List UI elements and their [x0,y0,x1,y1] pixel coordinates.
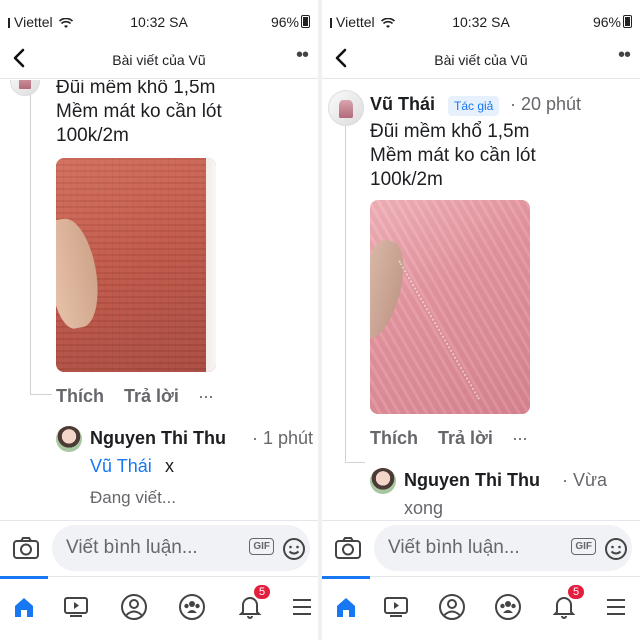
more-actions-icon[interactable]: ··· [198,386,214,407]
tab-profile[interactable] [116,587,152,627]
status-bar: Viettel 10:32 SA 96% [322,0,640,40]
reply-author[interactable]: Nguyen Thi Thu [404,470,540,491]
video-icon [384,597,408,617]
page-title: Bài viết của Vũ [434,52,528,68]
reply-text: x [165,456,174,476]
battery-level: 96% [270,14,299,30]
profile-icon [121,594,147,620]
more-options-icon[interactable]: •• [296,44,309,67]
more-options-icon[interactable]: •• [618,44,631,67]
home-icon [15,598,33,617]
comment-thread: Vũ Thái Tác giả · 20 phút Đũi mềm khổ 1,… [322,80,640,546]
tab-watch[interactable] [378,587,414,627]
top-bar: Bài viết của Vũ •• [0,40,318,79]
post-author[interactable]: Vũ Thái [370,94,435,115]
post-text: Đũi mềm khổ 1,5m Mềm mát ko cần lót 100k… [56,80,222,148]
post-line: Đũi mềm khổ 1,5m [56,80,216,98]
reply-button[interactable]: Trả lời [124,386,179,407]
reply-time: · Vừa [562,470,608,490]
profile-icon [439,594,465,620]
home-icon [337,598,355,617]
top-bar: Bài viết của Vũ •• [322,40,640,79]
thread-line [30,94,31,394]
tab-menu[interactable] [284,587,318,627]
avatar[interactable] [370,468,396,494]
comment-composer: GIF [322,520,640,577]
page-title: Bài viết của Vũ [112,52,206,68]
emoji-icon[interactable] [604,537,628,561]
split-screenshot: Viettel 10:32 SA 96% Bài viết của Vũ •• … [0,0,640,640]
reply-time-continued: xong [404,498,444,518]
right-panel: Viettel 10:32 SA 96% Bài viết của Vũ •• … [322,0,640,640]
avatar[interactable] [10,80,40,96]
comment-thread: Đũi mềm khổ 1,5m Mềm mát ko cần lót 100k… [0,80,318,546]
post-time: · 20 phút [510,94,582,114]
tab-home[interactable] [322,576,370,627]
camera-icon[interactable] [12,536,40,560]
emoji-icon[interactable] [282,537,306,561]
post-line: 100k/2m [56,125,129,146]
avatar[interactable] [56,426,82,452]
reply-author[interactable]: Nguyen Thi Thu [90,428,226,449]
fabric-photo[interactable] [370,200,530,414]
status-bar: Viettel 10:32 SA 96% [0,0,318,40]
tab-notifications[interactable]: 5 [546,583,587,627]
tab-menu[interactable] [598,587,634,627]
menu-icon [607,599,625,615]
video-icon [64,597,88,617]
groups-icon [179,594,205,620]
notification-badge: 5 [252,583,273,601]
comment-composer: GIF [0,520,318,577]
tab-notifications[interactable]: 5 [232,583,273,627]
avatar[interactable] [328,90,364,126]
thread-line [345,126,346,462]
tab-bar: 5 [0,576,318,640]
battery: 96% [271,14,310,30]
post-line: Đũi mềm khổ 1,5m [370,121,530,142]
groups-icon [495,594,521,620]
left-panel: Viettel 10:32 SA 96% Bài viết của Vũ •• … [0,0,318,640]
notification-badge: 5 [566,583,587,601]
gif-button[interactable]: GIF [249,538,274,555]
tab-watch[interactable] [58,587,94,627]
fabric-photo[interactable] [56,158,216,372]
menu-icon [293,599,311,615]
camera-icon[interactable] [334,536,362,560]
thread-branch [30,394,52,395]
post-line: Mềm mát ko cần lót [56,101,222,122]
tab-groups[interactable] [174,587,210,627]
battery-level: 96% [592,14,621,30]
reply-button[interactable]: Trả lời [438,428,493,449]
post-line: Mềm mát ko cần lót [370,145,536,166]
post-text: Đũi mềm khổ 1,5m Mềm mát ko cần lót 100k… [370,120,536,192]
battery-icon [301,15,310,28]
tab-groups[interactable] [490,587,526,627]
typing-indicator: Đang viết... [90,488,176,507]
more-actions-icon[interactable]: ··· [512,428,528,449]
thread-branch [345,462,365,463]
battery-icon [623,15,632,28]
author-badge: Tác giả [448,96,500,116]
like-button[interactable]: Thích [370,428,418,449]
tab-bar: 5 [322,576,640,640]
tab-home[interactable] [0,576,48,627]
like-button[interactable]: Thích [56,386,104,407]
post-line: 100k/2m [370,169,443,190]
tab-profile[interactable] [434,587,470,627]
mention-link[interactable]: Vũ Thái [90,456,152,477]
gif-button[interactable]: GIF [571,538,596,555]
battery: 96% [593,14,632,30]
reply-time: · 1 phút [252,428,314,448]
